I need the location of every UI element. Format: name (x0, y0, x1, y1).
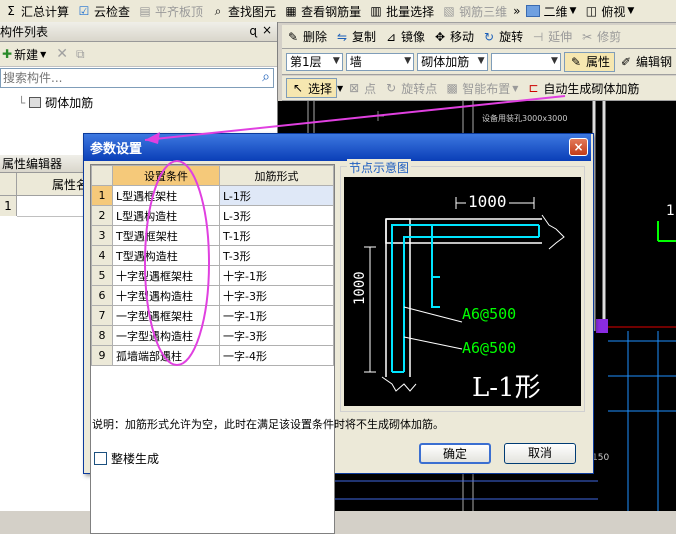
annotation-overlay (144, 95, 566, 366)
